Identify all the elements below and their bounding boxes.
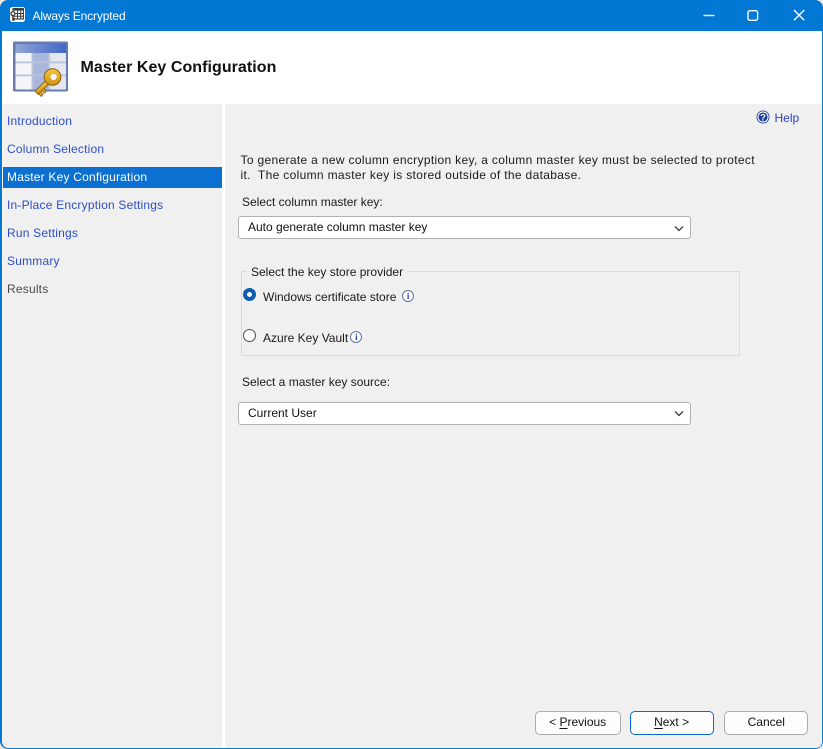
svg-text:?: ? — [760, 113, 766, 124]
